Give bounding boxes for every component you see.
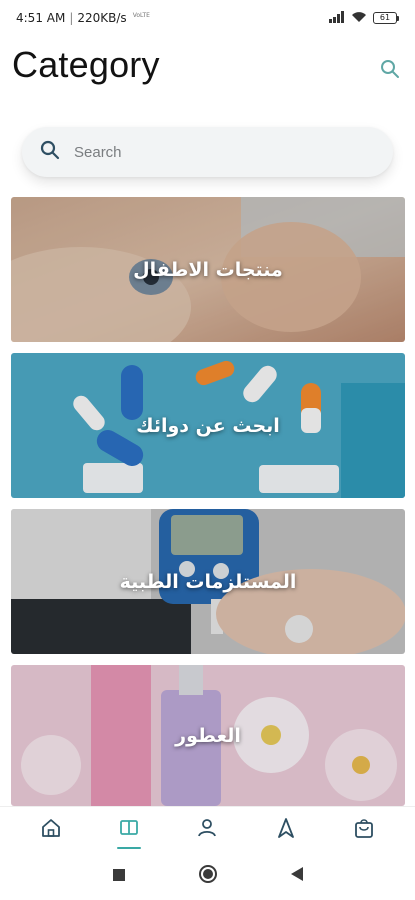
category-label: ابحث عن دوائك: [136, 414, 280, 437]
status-bar: 4:51 AM | 220KB/s VoLTE 61: [0, 0, 415, 36]
category-card-baby-products[interactable]: منتجات الاطفال: [11, 197, 405, 342]
status-right: 61: [329, 10, 399, 26]
user-icon: [196, 817, 218, 843]
category-label: العطور: [175, 724, 241, 747]
category-label: منتجات الاطفال: [133, 258, 283, 281]
home-icon: [40, 817, 62, 843]
back-icon[interactable]: [290, 866, 304, 886]
category-card-medical-supplies[interactable]: المستلزمات الطبية: [11, 509, 405, 654]
search-bar[interactable]: [22, 127, 393, 177]
category-card-perfumes[interactable]: العطور: [11, 665, 405, 806]
status-separator: |: [69, 11, 74, 25]
status-left: 4:51 AM | 220KB/s VoLTE: [16, 11, 150, 25]
header-search-icon[interactable]: [379, 58, 401, 80]
wifi-icon: [351, 11, 367, 26]
nav-catalog[interactable]: [109, 810, 149, 850]
status-time: 4:51 AM: [16, 11, 66, 25]
home-button-icon[interactable]: [198, 864, 218, 888]
recents-icon[interactable]: [112, 867, 126, 886]
network-speed: 220KB/s: [77, 11, 127, 25]
nav-home[interactable]: [31, 810, 71, 850]
book-icon: [118, 817, 140, 843]
signal-icon: [329, 10, 345, 26]
search-icon: [40, 140, 60, 164]
page-title: Category: [12, 44, 160, 85]
nav-cart[interactable]: [344, 810, 384, 850]
network-small-label: VoLTE: [132, 11, 150, 19]
active-tab-indicator: [117, 846, 142, 849]
battery-level: 61: [373, 12, 397, 24]
nav-profile[interactable]: [187, 810, 227, 850]
bottom-navigation: [0, 806, 415, 852]
system-navigation-bar: [0, 852, 415, 900]
battery-icon: 61: [373, 12, 399, 24]
category-label: المستلزمات الطبية: [119, 570, 297, 593]
navigation-arrow-icon: [275, 817, 297, 843]
nav-navigate[interactable]: [266, 810, 306, 850]
search-input[interactable]: [74, 143, 354, 161]
shopping-bag-icon: [353, 817, 375, 843]
category-card-find-medicine[interactable]: ابحث عن دوائك: [11, 353, 405, 498]
